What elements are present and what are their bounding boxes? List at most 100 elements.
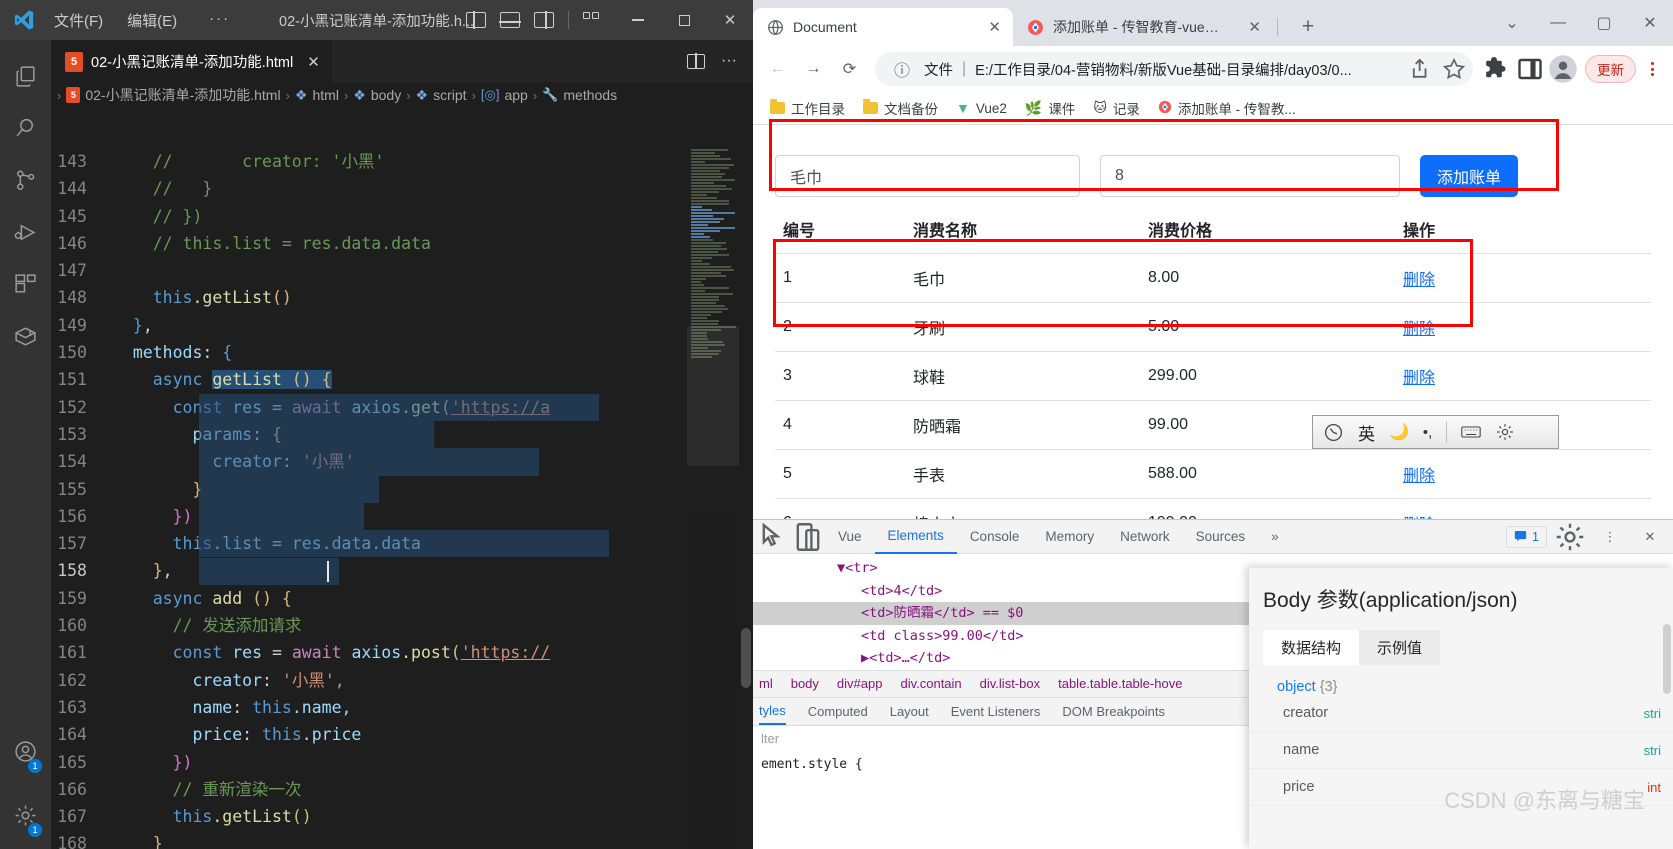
- breadcrumb-item-methods[interactable]: 🔧 methods: [542, 87, 617, 103]
- breadcrumb-item-file[interactable]: 5 02-小黑记账清单-添加功能.html: [66, 85, 280, 105]
- dom-breadcrumb-item[interactable]: body: [791, 676, 819, 691]
- code-text[interactable]: methods: {: [113, 339, 753, 366]
- ime-toolbar[interactable]: 英 🌙 •,: [1312, 415, 1559, 449]
- code-line[interactable]: 150 methods: {: [51, 339, 753, 366]
- code-line[interactable]: 152 const res = await axios.get('https:/…: [51, 394, 753, 421]
- styles-tab[interactable]: Layout: [890, 704, 929, 719]
- minimap-slider[interactable]: [687, 326, 739, 466]
- code-line[interactable]: 151 async getList () {: [51, 366, 753, 393]
- code-line[interactable]: 144 // }: [51, 175, 753, 202]
- browser-tab-apifox[interactable]: 添加账单 - 传智教育-vue基础案 ✕: [1013, 8, 1273, 46]
- bookmark-添加账单[interactable]: 添加账单 - 传智教...: [1151, 94, 1303, 122]
- code-line[interactable]: 167 this.getList(): [51, 803, 753, 830]
- delete-link[interactable]: 删除: [1403, 370, 1435, 387]
- code-text[interactable]: this.getList(): [113, 803, 753, 830]
- sidebar-panel-icon[interactable]: [1515, 54, 1545, 84]
- moon-icon[interactable]: 🌙: [1389, 422, 1409, 442]
- maximize-button[interactable]: [661, 0, 707, 40]
- close-icon[interactable]: ✕: [976, 18, 1001, 36]
- ime-mode-label[interactable]: 英: [1358, 420, 1375, 445]
- devtools-tab-vue[interactable]: Vue: [825, 520, 875, 554]
- forward-button[interactable]: →: [797, 53, 830, 86]
- code-text[interactable]: creator: '小黑': [113, 448, 753, 475]
- inspect-element-icon[interactable]: [757, 520, 791, 554]
- code-line[interactable]: 158 },: [51, 557, 753, 584]
- breadcrumb[interactable]: › 5 02-小黑记账清单-添加功能.html › ❖ html › ❖ body …: [51, 82, 753, 108]
- close-icon[interactable]: ✕: [307, 53, 320, 71]
- account-icon[interactable]: [0, 725, 51, 777]
- back-button[interactable]: ←: [761, 53, 794, 86]
- code-text[interactable]: [113, 257, 753, 284]
- minimize-button[interactable]: —: [1535, 0, 1581, 46]
- browser-tab-document[interactable]: Document ✕: [753, 8, 1013, 46]
- code-line[interactable]: 143 // creator: '小黑': [51, 148, 753, 175]
- devtools-tab-memory[interactable]: Memory: [1032, 520, 1107, 554]
- code-text[interactable]: // }: [113, 175, 753, 202]
- new-tab-button[interactable]: +: [1292, 11, 1324, 43]
- devtools-close-icon[interactable]: ✕: [1633, 520, 1667, 554]
- dom-breadcrumb-item[interactable]: table.table.table-hove: [1058, 676, 1182, 691]
- chrome-window-controls[interactable]: ⌄ — ▢ ✕: [1489, 0, 1673, 46]
- code-text[interactable]: async getList () {: [113, 366, 753, 393]
- code-text[interactable]: name: this.name,: [113, 694, 753, 721]
- dom-breadcrumb-item[interactable]: div.contain: [900, 676, 961, 691]
- apifox-tabs[interactable]: 数据结构 示例值: [1263, 630, 1673, 665]
- dom-breadcrumb-item[interactable]: div#app: [837, 676, 883, 691]
- code-text[interactable]: }): [113, 503, 753, 530]
- bookmark-文档备份[interactable]: 文档备份: [856, 94, 945, 122]
- breadcrumb-item-script[interactable]: ❖ script: [416, 87, 467, 104]
- update-button[interactable]: 更新: [1585, 55, 1636, 83]
- styles-tab[interactable]: Event Listeners: [951, 704, 1041, 719]
- bookmark-vue2[interactable]: ▼ Vue2: [949, 96, 1014, 120]
- code-line[interactable]: 147: [51, 257, 753, 284]
- bookmark-记录[interactable]: 🐱 记录: [1086, 94, 1147, 122]
- code-text[interactable]: },: [113, 557, 753, 584]
- dom-breadcrumb-item[interactable]: ml: [759, 676, 773, 691]
- code-text[interactable]: // this.list = res.data.data: [113, 230, 753, 257]
- editor-scrollbar[interactable]: [739, 148, 753, 849]
- consume-price-input[interactable]: 8: [1100, 155, 1400, 197]
- keyboard-icon[interactable]: [1461, 425, 1481, 439]
- styles-tab[interactable]: tyles: [759, 697, 786, 725]
- devtools-tab-console[interactable]: Console: [957, 520, 1033, 554]
- code-line[interactable]: 164 price: this.price: [51, 721, 753, 748]
- minimize-button[interactable]: [615, 0, 661, 40]
- code-text[interactable]: price: this.price: [113, 721, 753, 748]
- account-icon-wrap[interactable]: 1: [0, 725, 51, 777]
- code-text[interactable]: // 发送添加请求: [113, 612, 753, 639]
- toggle-primary-sidebar-icon[interactable]: [466, 12, 486, 28]
- code-text[interactable]: const res = await axios.get('https://a: [113, 394, 753, 421]
- devtools-right-controls[interactable]: 1 ⋮ ✕: [1506, 520, 1673, 554]
- code-text[interactable]: const res = await axios.post('https://: [113, 639, 753, 666]
- apifox-tab-example[interactable]: 示例值: [1359, 630, 1440, 665]
- star-icon[interactable]: [1441, 56, 1467, 82]
- vscode-window-buttons[interactable]: ✕: [615, 0, 753, 40]
- device-toolbar-icon[interactable]: [791, 520, 825, 554]
- vscode-activity-bar[interactable]: 1 1: [0, 40, 51, 849]
- code-text[interactable]: }: [113, 830, 753, 849]
- url-text[interactable]: E:/工作目录/04-营销物料/新版Vue基础-目录编排/day03/0...: [975, 59, 1397, 80]
- extensions-icon[interactable]: [0, 258, 51, 310]
- vscode-layout-controls[interactable]: [466, 0, 603, 40]
- code-text[interactable]: // creator: '小黑': [113, 148, 753, 175]
- code-line[interactable]: 159 async add () {: [51, 585, 753, 612]
- consume-name-input[interactable]: 毛巾: [775, 155, 1080, 197]
- breadcrumb-item-app[interactable]: [◎] app: [481, 87, 528, 103]
- code-text[interactable]: }: [113, 476, 753, 503]
- code-line[interactable]: 154 creator: '小黑': [51, 448, 753, 475]
- run-debug-icon[interactable]: [0, 206, 51, 258]
- bookmark-课件[interactable]: 🌿 课件: [1018, 94, 1082, 122]
- code-line[interactable]: 161 const res = await axios.post('https:…: [51, 639, 753, 666]
- punctuation-icon[interactable]: •,: [1423, 424, 1432, 441]
- editor-tab-active[interactable]: 5 02-小黑记账清单-添加功能.html ✕: [51, 40, 332, 82]
- code-text[interactable]: this.list = res.data.data: [113, 530, 753, 557]
- devtools-tab-network[interactable]: Network: [1107, 520, 1183, 554]
- package-icon[interactable]: [0, 310, 51, 362]
- menu-edit[interactable]: 编辑(E): [127, 10, 177, 31]
- ime-logo-icon[interactable]: [1323, 422, 1344, 443]
- search-icon[interactable]: [0, 102, 51, 154]
- minimap[interactable]: [687, 148, 739, 849]
- devtools-tab-elements[interactable]: Elements: [875, 520, 957, 554]
- more-actions-icon[interactable]: ···: [721, 52, 737, 70]
- source-control-icon[interactable]: [0, 154, 51, 206]
